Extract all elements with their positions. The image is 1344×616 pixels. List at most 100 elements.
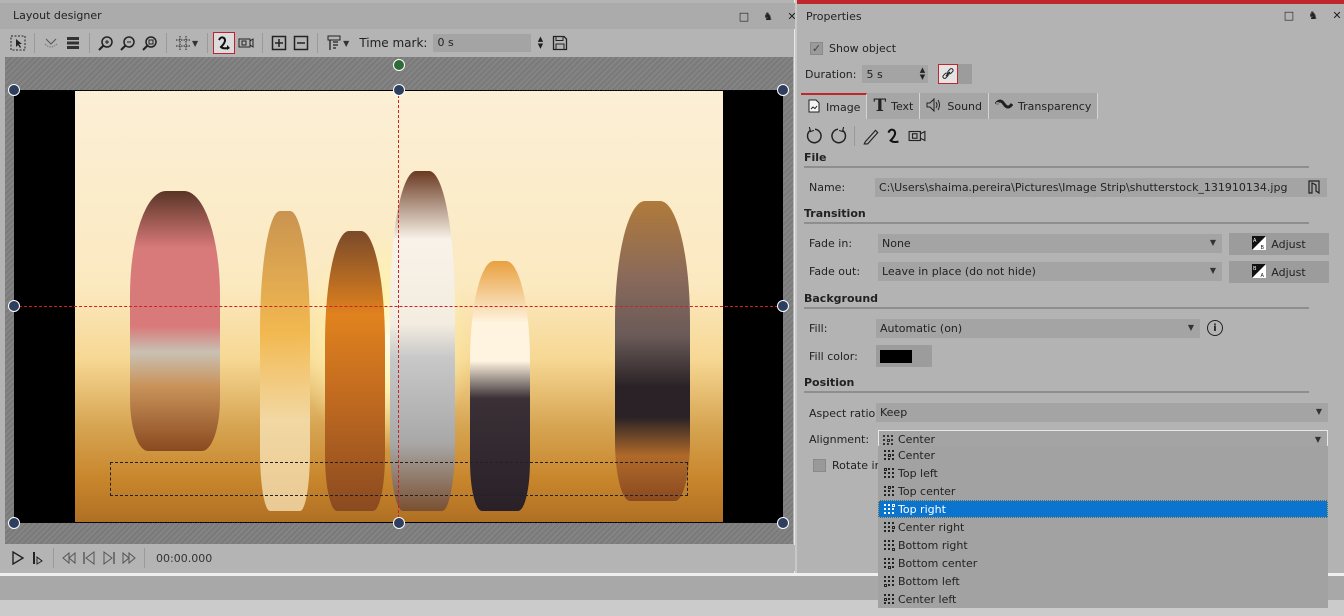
fade-out-value: Leave in place (do not hide) bbox=[882, 265, 1036, 278]
pin-icon[interactable]: ♞ bbox=[762, 10, 774, 23]
save-icon[interactable] bbox=[549, 32, 571, 54]
text-icon: T bbox=[873, 96, 887, 116]
alignment-option[interactable]: Center bbox=[878, 446, 1328, 464]
text-object-icon[interactable] bbox=[323, 32, 345, 54]
motion-path-icon[interactable] bbox=[884, 126, 904, 146]
duration-spinner[interactable]: ▲ ▼ bbox=[916, 65, 929, 83]
time-mark-input[interactable]: 0 s bbox=[433, 34, 532, 52]
fill-select[interactable]: Automatic (on) ▼ bbox=[876, 319, 1200, 338]
resize-handle-bottom-left[interactable] bbox=[8, 517, 20, 529]
alignment-option[interactable]: Bottom left bbox=[878, 572, 1328, 590]
fade-in-select[interactable]: None ▼ bbox=[878, 234, 1222, 253]
rotate-right-icon[interactable] bbox=[828, 126, 848, 146]
next-frame-icon[interactable] bbox=[99, 548, 119, 568]
resize-handle-top-right[interactable] bbox=[777, 84, 789, 96]
resize-handle-top-left[interactable] bbox=[8, 84, 20, 96]
tab-text[interactable]: T Text bbox=[867, 93, 921, 119]
alignment-option[interactable]: Bottom center bbox=[878, 554, 1328, 572]
transition-ba-icon: BA bbox=[1252, 263, 1267, 281]
alignment-option[interactable]: Center right bbox=[878, 518, 1328, 536]
fill-label: Fill: bbox=[809, 322, 828, 335]
browse-folder-icon[interactable] bbox=[1307, 179, 1321, 198]
fade-in-adjust-button[interactable]: AB Adjust bbox=[1229, 233, 1329, 255]
camera-icon[interactable] bbox=[235, 32, 257, 54]
image-icon bbox=[807, 99, 821, 116]
fill-color-label: Fill color: bbox=[809, 350, 858, 363]
add-keyframe-icon[interactable] bbox=[268, 32, 290, 54]
file-name-label: Name: bbox=[809, 181, 846, 194]
zoom-in-icon[interactable] bbox=[95, 32, 117, 54]
motion-path-icon[interactable] bbox=[213, 32, 236, 54]
pencil-icon[interactable] bbox=[861, 126, 881, 146]
alignment-dropdown-list: Center Top left Top center Top right Cen… bbox=[878, 446, 1328, 608]
text-object-dropdown-caret[interactable]: ▼ bbox=[343, 39, 349, 48]
duration-input[interactable]: 5 s bbox=[862, 65, 917, 83]
fill-color-picker[interactable] bbox=[876, 345, 932, 367]
tab-sound[interactable]: Sound bbox=[920, 93, 989, 119]
alignment-option-highlighted[interactable]: Top right bbox=[878, 500, 1328, 518]
layers-icon[interactable] bbox=[62, 32, 84, 54]
rotate-handle[interactable] bbox=[393, 59, 405, 71]
resize-handle-bottom-center[interactable] bbox=[393, 517, 405, 529]
remove-keyframe-icon[interactable] bbox=[290, 32, 312, 54]
pin-icon[interactable]: ♞ bbox=[1307, 9, 1319, 22]
alignment-option[interactable]: Top center bbox=[878, 482, 1328, 500]
align-bottom-left-icon bbox=[884, 576, 894, 587]
snap-icon[interactable] bbox=[40, 32, 62, 54]
rewind-icon[interactable] bbox=[59, 548, 79, 568]
fade-out-adjust-button[interactable]: BA Adjust bbox=[1229, 261, 1329, 283]
toolbar-separator bbox=[166, 33, 167, 53]
link-dropdown[interactable] bbox=[958, 64, 973, 84]
maximize-icon[interactable]: □ bbox=[1283, 9, 1295, 22]
file-name-field[interactable]: C:\Users\shaima.pereira\Pictures\Image S… bbox=[875, 178, 1327, 197]
alignment-option[interactable]: Bottom right bbox=[878, 536, 1328, 554]
time-mark-spinner[interactable]: ▲ ▼ bbox=[535, 36, 545, 50]
fade-out-select[interactable]: Leave in place (do not hide) ▼ bbox=[878, 262, 1222, 281]
link-icon[interactable] bbox=[938, 64, 959, 84]
toolbar-separator bbox=[207, 33, 209, 53]
play-icon[interactable] bbox=[8, 548, 28, 568]
resize-handle-center-left[interactable] bbox=[8, 300, 20, 312]
chevron-down-icon: ▼ bbox=[1187, 323, 1194, 332]
resize-handle-top-center[interactable] bbox=[393, 84, 405, 96]
adjust-label: Adjust bbox=[1271, 265, 1306, 279]
aspect-ratio-select[interactable]: Keep ▼ bbox=[876, 403, 1328, 422]
align-center-icon bbox=[884, 450, 894, 460]
align-top-center-icon bbox=[884, 486, 894, 496]
show-object-checkbox[interactable]: ✓ bbox=[810, 42, 823, 55]
layout-designer-titlebar: Layout designer □ ♞ ✕ bbox=[0, 3, 797, 29]
play-from-marker-icon[interactable] bbox=[28, 548, 48, 568]
svg-text:B: B bbox=[1261, 245, 1265, 250]
alignment-value: Center bbox=[898, 433, 936, 446]
layout-toolbar: ▼ ▼ Time mark: 0 s ▲ ▼ bbox=[0, 30, 795, 56]
zoom-fit-icon[interactable] bbox=[139, 32, 161, 54]
close-icon[interactable]: ✕ bbox=[1331, 9, 1343, 22]
alignment-label: Alignment: bbox=[809, 433, 870, 446]
rotate-checkbox[interactable] bbox=[813, 459, 826, 472]
aspect-ratio-label: Aspect ratio: bbox=[809, 407, 879, 420]
transport-bar: 00:00.000 bbox=[0, 545, 795, 571]
fill-color-swatch bbox=[880, 349, 912, 363]
text-placeholder-box[interactable] bbox=[110, 462, 688, 496]
alignment-option[interactable]: Top left bbox=[878, 464, 1328, 482]
grid-dropdown-caret[interactable]: ▼ bbox=[192, 39, 198, 48]
camera-icon[interactable] bbox=[907, 126, 927, 146]
fast-forward-icon[interactable] bbox=[119, 548, 139, 568]
maximize-icon[interactable]: □ bbox=[738, 10, 750, 23]
resize-handle-center-right[interactable] bbox=[777, 300, 789, 312]
tab-transparency[interactable]: Transparency bbox=[989, 93, 1099, 119]
transport-separator bbox=[53, 548, 54, 568]
rotate-left-icon[interactable] bbox=[805, 126, 825, 146]
select-tool-icon[interactable] bbox=[7, 32, 29, 54]
grid-icon[interactable] bbox=[172, 32, 194, 54]
alignment-option[interactable]: Center left bbox=[878, 590, 1328, 608]
zoom-out-icon[interactable] bbox=[117, 32, 139, 54]
align-bottom-right-icon bbox=[884, 540, 895, 551]
previous-frame-icon[interactable] bbox=[79, 548, 99, 568]
toolbar-separator bbox=[34, 33, 35, 53]
resize-handle-bottom-right[interactable] bbox=[777, 517, 789, 529]
tab-image[interactable]: Image bbox=[801, 93, 868, 119]
align-center-left-icon bbox=[884, 594, 894, 604]
info-icon[interactable]: i bbox=[1207, 320, 1223, 336]
transparency-icon bbox=[994, 98, 1014, 115]
